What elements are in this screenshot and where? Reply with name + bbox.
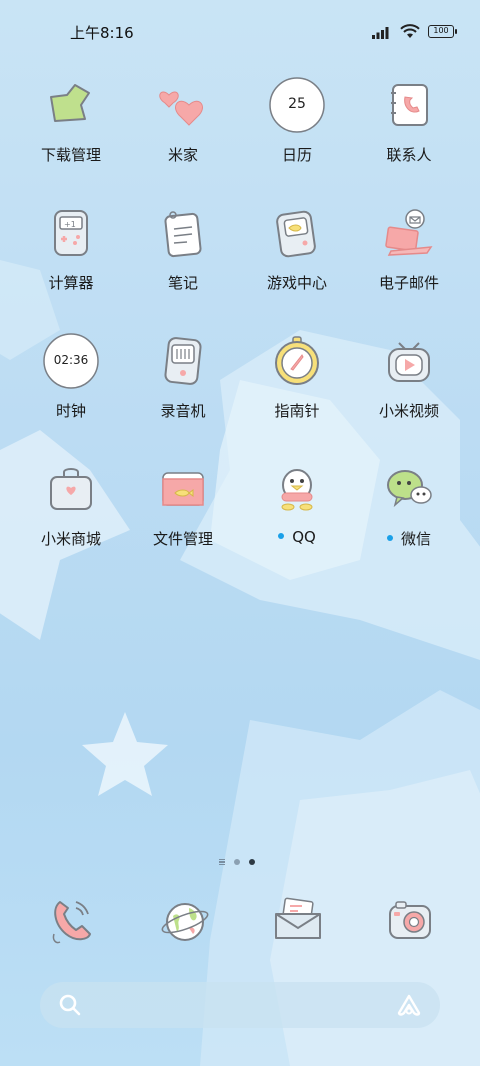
status-icons: 100 [372, 24, 457, 39]
clock-time: 02:36 [53, 353, 89, 367]
assistant-icon[interactable] [396, 993, 422, 1017]
app-notes[interactable]: 笔记 [128, 200, 238, 310]
qq-penguin-icon [269, 461, 325, 517]
app-label: 小米视频 [378, 402, 439, 420]
app-label: 电子邮件 [378, 274, 439, 292]
app-clock[interactable]: 02:36 时钟 [16, 328, 126, 438]
page-indicator[interactable] [219, 857, 263, 867]
page-dot-1[interactable] [234, 859, 240, 865]
app-label: 时钟 [55, 402, 86, 420]
app-label: 录音机 [160, 402, 206, 420]
notes-icon [155, 205, 211, 261]
email-laptop-icon [381, 205, 437, 261]
app-mi-video[interactable]: 小米视频 [354, 328, 464, 438]
app-email[interactable]: 电子邮件 [354, 200, 464, 310]
game-center-icon [269, 205, 325, 261]
app-label: 下载管理 [40, 146, 101, 164]
app-label-text: 微信 [400, 530, 431, 548]
dock-phone[interactable] [42, 890, 102, 950]
page-menu-icon[interactable] [219, 859, 225, 865]
camera-icon [389, 901, 431, 939]
app-mi-store[interactable]: 小米商城 [16, 456, 126, 566]
status-bar: 上午8:16 100 [0, 0, 480, 66]
wechat-icon [381, 461, 437, 517]
app-label: 日历 [281, 146, 312, 164]
recorder-icon [155, 333, 211, 389]
browser-globe-icon [161, 903, 209, 941]
contacts-icon [381, 77, 437, 133]
messages-envelope-icon [275, 897, 321, 939]
phone-icon [52, 901, 91, 944]
new-badge-dot [278, 532, 285, 539]
app-label: 计算器 [48, 274, 94, 292]
app-wechat[interactable]: 微信 [354, 456, 464, 566]
dock [0, 890, 480, 960]
app-label: QQ [242, 528, 352, 546]
app-label: 米家 [167, 146, 198, 164]
mijia-hearts-icon [155, 77, 211, 133]
app-label: 联系人 [386, 146, 432, 164]
app-recorder[interactable]: 录音机 [128, 328, 238, 438]
app-mijia[interactable]: 米家 [128, 72, 238, 182]
app-label: 游戏中心 [266, 274, 327, 292]
app-label: 微信 [354, 528, 464, 549]
signal-icon [372, 26, 389, 39]
calculator-icon: +1 [43, 205, 99, 261]
app-label: 笔记 [167, 274, 198, 292]
search-bar[interactable] [40, 982, 440, 1028]
app-label: 指南针 [274, 402, 320, 420]
app-label-text: QQ [292, 528, 316, 546]
search-icon[interactable] [58, 993, 82, 1017]
wifi-icon [400, 24, 420, 38]
app-contacts[interactable]: 联系人 [354, 72, 464, 182]
video-tv-icon [381, 333, 437, 389]
app-compass[interactable]: 指南针 [242, 328, 352, 438]
dock-browser[interactable] [155, 890, 215, 950]
app-calculator[interactable]: +1 计算器 [16, 200, 126, 310]
app-download-manager[interactable]: 下载管理 [16, 72, 126, 182]
battery-icon: 100 [428, 25, 457, 38]
app-qq[interactable]: QQ [242, 456, 352, 566]
status-time: 上午8:16 [70, 24, 134, 42]
app-calendar[interactable]: 25 日历 [242, 72, 352, 182]
dock-camera[interactable] [380, 890, 440, 950]
app-file-manager[interactable]: 文件管理 [128, 456, 238, 566]
compass-icon [269, 333, 325, 389]
svg-text:+1: +1 [64, 220, 76, 229]
dock-messages[interactable] [268, 890, 328, 950]
new-badge-dot [386, 534, 393, 541]
calendar-date: 25 [288, 96, 306, 112]
file-folder-icon [155, 461, 211, 517]
search-input[interactable] [92, 990, 382, 1020]
clock-icon: 02:36 [43, 333, 99, 389]
calendar-icon: 25 [269, 77, 325, 133]
download-manager-icon [43, 77, 99, 133]
app-label: 文件管理 [152, 530, 213, 548]
app-label: 小米商城 [40, 530, 101, 548]
app-game-center[interactable]: 游戏中心 [242, 200, 352, 310]
page-dot-2-active[interactable] [249, 859, 255, 865]
shopping-bag-icon [43, 461, 99, 517]
